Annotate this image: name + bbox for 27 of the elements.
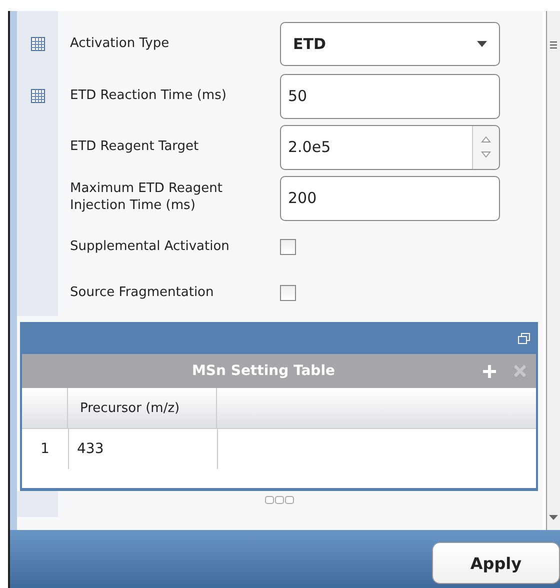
caret-icon — [477, 41, 487, 47]
setting-label: ETD Reaction Time (ms) — [69, 88, 228, 104]
setting-label: ETD Reagent Target — [69, 138, 200, 156]
scrollbar[interactable] — [546, 11, 560, 530]
grid-icon[interactable] — [30, 89, 44, 103]
setting-label: Source Fragmentation — [69, 284, 215, 302]
down-arrow-icon[interactable] — [481, 151, 491, 158]
input-field[interactable]: 200 — [280, 176, 500, 220]
spinner-field[interactable]: 2.0e5 — [280, 124, 500, 170]
apply-button[interactable]: Apply — [432, 542, 560, 584]
up-arrow-icon[interactable] — [481, 136, 491, 143]
add-icon[interactable] — [483, 364, 496, 378]
table-title: MSn Setting Table — [192, 363, 335, 379]
setting-label: Activation Type — [69, 36, 170, 52]
activation-type-dropdown[interactable]: ETD — [280, 22, 500, 66]
resize-grip-icon[interactable] — [265, 496, 295, 504]
setting-label: Maximum ETD Reagent Injection Time (ms) — [69, 181, 224, 215]
grid-icon[interactable] — [30, 37, 44, 51]
checkbox[interactable] — [280, 285, 296, 302]
setting-label: Supplemental Activation — [69, 238, 230, 256]
checkbox[interactable] — [280, 239, 296, 256]
scroll-grip-icon — [550, 41, 557, 49]
input-field[interactable]: 50 — [280, 74, 500, 118]
table-cell: 433 — [69, 429, 218, 469]
down-arrow-icon[interactable] — [549, 515, 558, 520]
row-number: 1 — [22, 429, 69, 469]
restore-icon[interactable] — [518, 332, 530, 344]
